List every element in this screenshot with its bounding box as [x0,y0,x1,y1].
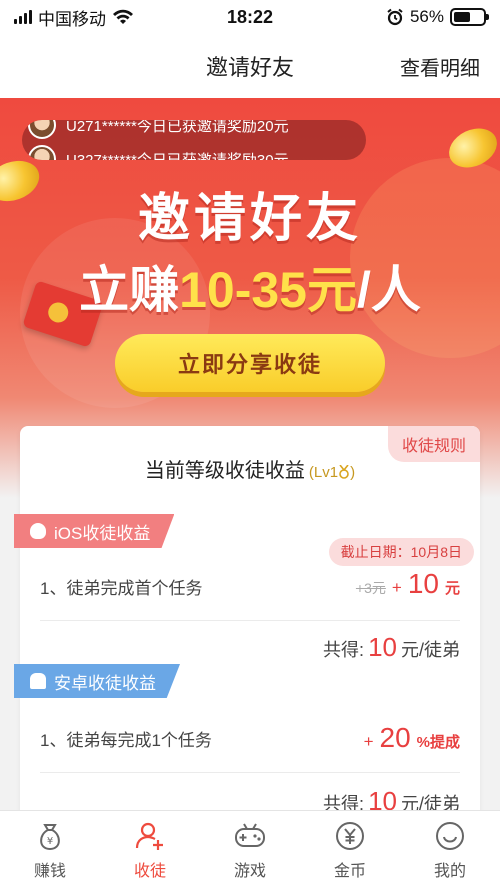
reward-plus: + [363,732,374,751]
tab-invite[interactable]: 收徒 [100,811,200,888]
original-reward: +3元 [355,580,386,596]
nav-bar: 邀请好友 查看明细 [0,34,500,98]
add-user-icon [133,819,167,853]
svg-text:¥: ¥ [47,836,53,847]
total-value: 10 [368,632,397,662]
signal-icon [14,10,32,24]
tab-label: 赚钱 [33,862,66,880]
ios-tag-label: iOS收徒收益 [54,523,151,543]
battery-percent: 56% [409,7,444,26]
medal-icon [339,464,349,479]
android-section-tag: 安卓收徒收益 [14,664,180,698]
total-unit: 元/徒弟 [400,640,460,660]
hero-subtitle: 立赚10-35元/人 [0,250,500,322]
share-invite-button[interactable]: 立即分享收徒 [115,334,385,392]
tab-profile[interactable]: 我的 [400,811,500,888]
tab-earn[interactable]: ¥ 赚钱 [0,811,100,888]
android-tag-label: 安卓收徒收益 [54,673,156,693]
divider [40,772,460,773]
ios-reward: +3元 + 10 元 [356,568,460,600]
status-bar: 中国移动 18:22 56% [0,0,500,34]
coin-icon [333,819,367,853]
tab-label: 金币 [333,862,366,880]
tab-label: 收徒 [133,862,166,880]
status-right: 56% [386,7,489,27]
wifi-icon [113,9,133,24]
ticker-text: U271******今日已获邀请奖励20元 [66,120,289,135]
tab-label: 我的 [433,862,466,880]
card-title-text: 当前等级收徒收益 [144,460,305,482]
ticker-text: U327******今日已获邀请奖励30元 [66,151,289,161]
android-icon [30,673,46,689]
level-badge: (Lv1) [309,464,355,481]
tab-label: 游戏 [233,862,266,880]
ticker-item: U327******今日已获邀请奖励30元 [22,142,366,160]
earnings-card: 收徒规则 当前等级收徒收益 (Lv1) iOS收徒收益 截止日期：10月8日 1、… [14,426,480,846]
level-text: (Lv1 [308,464,339,481]
android-reward: + 20 %提成 [364,722,460,754]
battery-icon [450,8,489,26]
avatar [28,145,56,160]
reward-plus: + [391,578,402,597]
hero-subtitle-suffix: /人 [356,262,421,318]
battery-fill [454,12,470,22]
hero-title: 邀请好友 [137,190,362,248]
bottom-tab-bar: ¥ 赚钱 收徒 游戏 金币 我的 [0,810,500,888]
reward-amount: 20 [379,722,411,753]
ticker-item: U271******今日已获邀请奖励20元 [22,120,366,142]
gamepad-icon [233,819,267,853]
apple-icon [30,523,46,539]
ios-total: 共得: 10 元/徒弟 [323,632,460,663]
reward-unit: 元 [444,580,460,597]
divider [40,620,460,621]
smile-icon [433,819,467,853]
total-label: 共得: [323,640,365,660]
hero-subtitle-amount: 10-35元 [179,262,357,318]
avatar [28,120,56,139]
level-suffix: ) [350,464,356,481]
view-details-button[interactable]: 查看明细 [400,52,480,81]
status-left: 中国移动 [14,5,386,30]
card-title: 当前等级收徒收益 (Lv1) [20,454,480,483]
tab-games[interactable]: 游戏 [200,811,300,888]
deadline-badge: 截止日期：10月8日 [328,538,474,566]
money-bag-icon: ¥ [33,819,67,853]
tab-coins[interactable]: 金币 [300,811,400,888]
reward-unit: %提成 [416,734,460,751]
alarm-icon [387,8,403,26]
ios-section-tag: iOS收徒收益 [14,514,175,548]
hero-subtitle-prefix: 立赚 [79,262,180,318]
reward-ticker: U271******今日已获邀请奖励20元 U327******今日已获邀请奖励… [22,120,366,160]
carrier-label: 中国移动 [38,9,106,29]
reward-amount: 10 [407,568,439,599]
page-title: 邀请好友 [205,55,294,80]
